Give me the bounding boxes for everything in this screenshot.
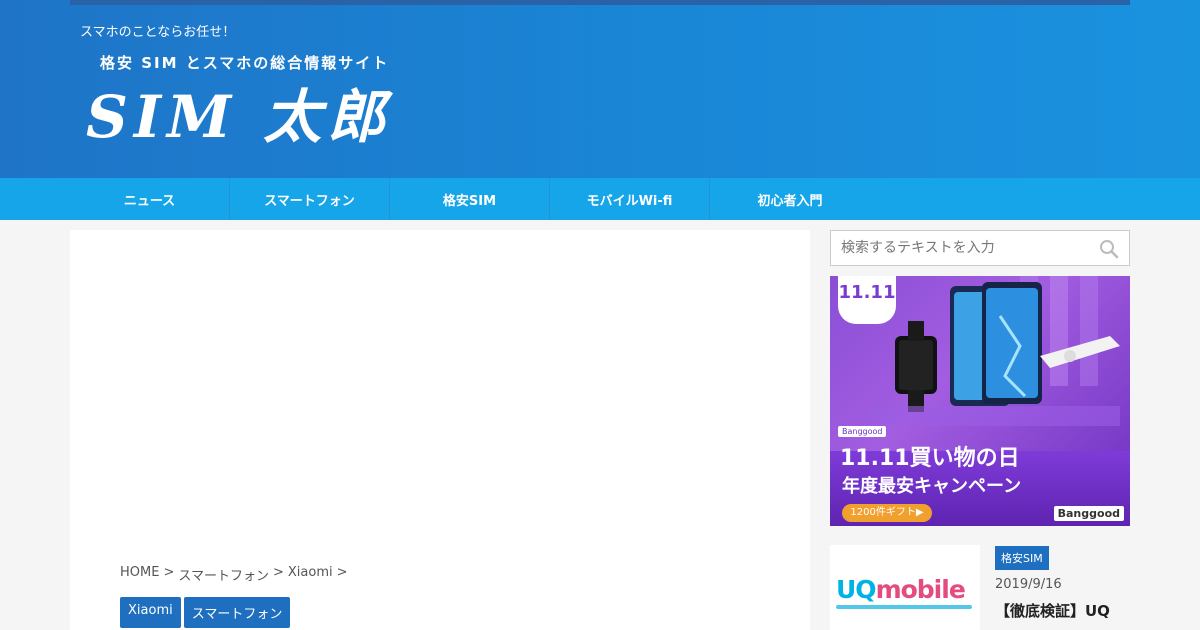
tag-xiaomi[interactable]: Xiaomi	[120, 597, 181, 628]
uq-logo-text: UQ	[836, 575, 877, 604]
search-icon[interactable]	[1099, 239, 1119, 259]
header-top-border	[70, 0, 1130, 5]
ad-date-tab: 11.11	[838, 276, 896, 324]
post-date: 2019/9/16	[995, 577, 1062, 592]
site-tagline: スマホのことならお任せ！	[80, 25, 236, 40]
site-logo[interactable]: 格安 SIM とスマホの総合情報サイト SIM 太郎	[86, 52, 466, 151]
post-category-badge[interactable]: 格安SIM	[995, 546, 1049, 570]
breadcrumb: HOME > スマートフォン > Xiaomi >	[120, 565, 348, 584]
mobile-logo-text: mobile	[875, 575, 966, 604]
nav-item-news[interactable]: ニュース	[70, 178, 230, 220]
ad-headline: 11.11買い物の日	[840, 446, 1020, 471]
breadcrumb-smartphone[interactable]: スマートフォン	[178, 565, 269, 584]
post-title[interactable]: 【徹底検証】UQ	[995, 600, 1130, 622]
ad-banner[interactable]: 11.11 Banggood 11.11買い物の日 年度最安キャンペーン 120…	[830, 276, 1130, 526]
logo-title: SIM 太郎	[86, 83, 392, 151]
main-content: HOME > スマートフォン > Xiaomi > Xiaomi スマートフォン	[70, 230, 810, 630]
nav-item-beginner[interactable]: 初心者入門	[710, 178, 870, 220]
ad-product-illustration	[870, 276, 1120, 426]
ad-gift-button[interactable]: 1200件ギフト▶	[842, 504, 932, 522]
breadcrumb-home[interactable]: HOME	[120, 565, 159, 584]
site-header: スマホのことならお任せ！ 格安 SIM とスマホの総合情報サイト SIM 太郎	[0, 0, 1200, 178]
post-thumbnail[interactable]: UQmobile	[830, 545, 980, 630]
logo-swoosh	[836, 605, 972, 609]
uq-mobile-logo: UQmobile	[836, 575, 966, 604]
breadcrumb-separator: >	[336, 565, 348, 580]
search-box	[830, 230, 1130, 266]
main-nav: ニュース スマートフォン 格安SIM モバイルWi-fi 初心者入門	[0, 178, 1200, 220]
nav-item-mobile-wifi[interactable]: モバイルWi-fi	[550, 178, 710, 220]
ad-date-label: 11.11	[838, 282, 896, 303]
breadcrumb-separator: >	[163, 565, 175, 580]
nav-item-sim[interactable]: 格安SIM	[390, 178, 550, 220]
ad-brand-logo: Banggood	[1053, 506, 1124, 521]
ad-badge: Banggood	[838, 426, 887, 437]
breadcrumb-xiaomi[interactable]: Xiaomi	[288, 565, 333, 584]
nav-item-smartphone[interactable]: スマートフォン	[230, 178, 390, 220]
category-tags: Xiaomi スマートフォン	[120, 597, 291, 628]
search-input[interactable]	[831, 231, 1091, 265]
tag-smartphone[interactable]: スマートフォン	[183, 597, 291, 628]
ad-subheadline: 年度最安キャンペーン	[842, 476, 1022, 497]
breadcrumb-separator: >	[272, 565, 284, 580]
